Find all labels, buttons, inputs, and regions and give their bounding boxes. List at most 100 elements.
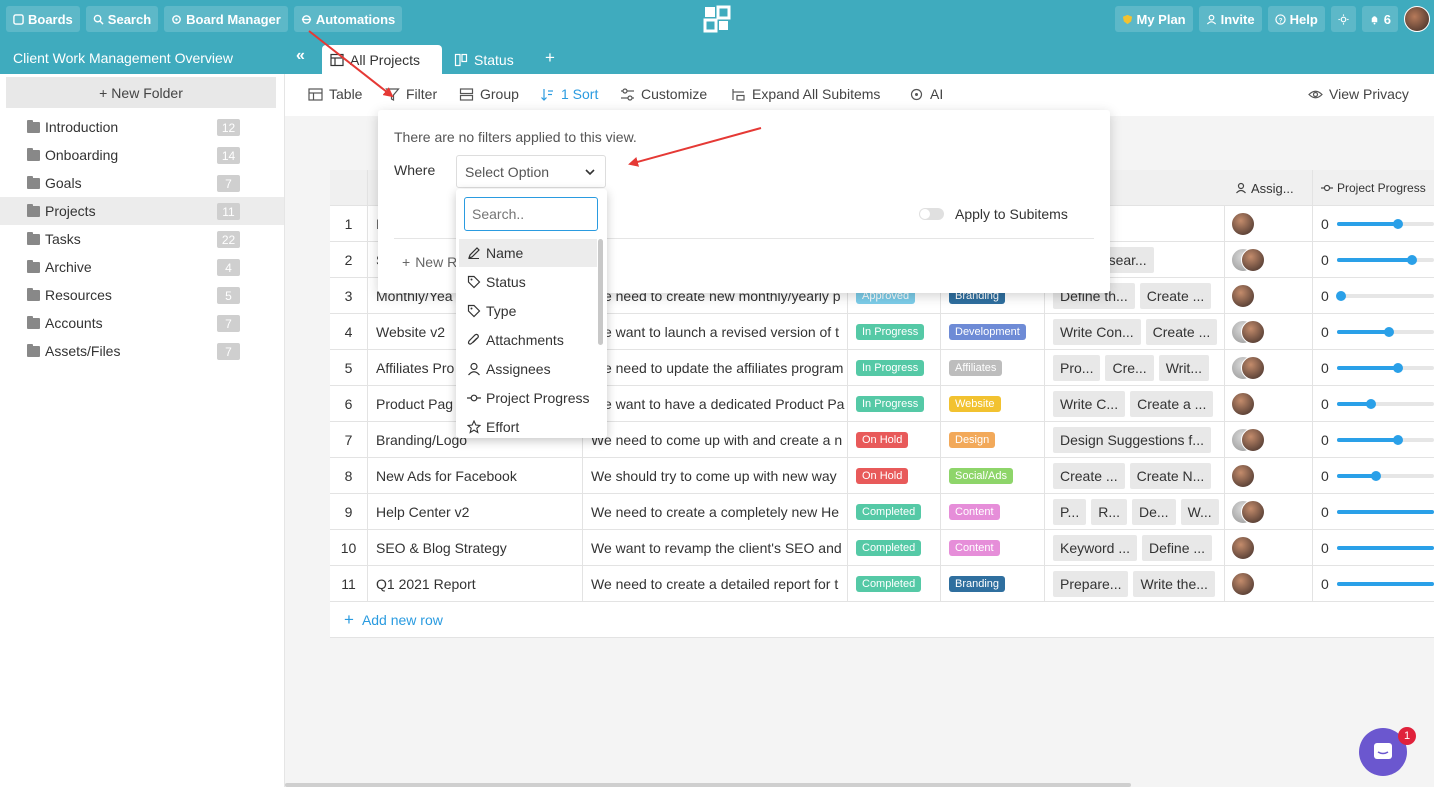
subitem-chip[interactable]: Write Con... [1053,319,1141,345]
progress-cell[interactable]: 0 [1313,278,1434,314]
invite-button[interactable]: Invite [1198,6,1262,32]
table-row[interactable]: 10 SEO & Blog Strategy We want to revamp t… [330,530,1434,566]
header-project-progress[interactable]: Project Progress [1313,170,1434,206]
field-option-attachments[interactable]: Attachments [459,326,597,354]
status-cell[interactable]: Completed [848,530,941,566]
progress-handle[interactable] [1384,327,1395,337]
search-button[interactable]: Search [85,6,159,32]
subitems-cell[interactable]: Design Suggestions f... [1045,422,1225,458]
assignees-cell[interactable] [1225,242,1313,278]
progress-bar[interactable] [1335,291,1434,301]
assignees-cell[interactable] [1225,458,1313,494]
subitem-chip[interactable]: Write the... [1133,571,1215,597]
notifications-button[interactable]: 6 [1361,6,1398,32]
field-option-name[interactable]: Name [459,239,597,267]
subitem-chip[interactable]: Writ... [1158,355,1209,381]
progress-handle[interactable] [1406,255,1417,265]
type-cell[interactable]: Affiliates [941,350,1045,386]
subitem-chip[interactable]: Create N... [1129,463,1212,489]
tab-status[interactable]: Status [446,45,522,74]
subitems-cell[interactable]: Prepare... Write the... [1045,566,1225,602]
subitem-chip[interactable]: Prepare... [1053,571,1129,597]
progress-handle[interactable] [1393,435,1404,445]
horizontal-scrollbar[interactable] [285,783,1131,787]
progress-cell[interactable]: 0 [1313,458,1434,494]
dropdown-scrollbar[interactable] [598,239,603,345]
table-row[interactable]: 9 Help Center v2 We need to create a compl… [330,494,1434,530]
status-cell[interactable]: On Hold [848,422,941,458]
progress-cell[interactable]: 0 [1313,206,1434,242]
progress-bar[interactable] [1336,327,1434,337]
subitem-chip[interactable]: Pro... [1053,355,1101,381]
progress-bar[interactable] [1336,582,1434,586]
subitem-chip[interactable]: P... [1053,499,1087,525]
collapse-sidebar-icon[interactable]: « [296,47,305,65]
subitems-cell[interactable]: P... R... De... W... [1045,494,1225,530]
status-cell[interactable]: In Progress [848,350,941,386]
type-cell[interactable]: Branding [941,566,1045,602]
subitems-cell[interactable]: Keyword ... Define ... [1045,530,1225,566]
progress-cell[interactable]: 0 [1313,350,1434,386]
subitem-chip[interactable]: Write C... [1053,391,1126,417]
subitems-cell[interactable]: Write C... Create a ... [1045,386,1225,422]
assignees-cell[interactable] [1225,530,1313,566]
table-row[interactable]: 11 Q1 2021 Report We need to create a deta… [330,566,1434,602]
subitem-chip[interactable]: Create ... [1053,463,1125,489]
automations-button[interactable]: Automations [293,6,403,32]
assignees-cell[interactable] [1225,206,1313,242]
progress-cell[interactable]: 0 [1313,494,1434,530]
ai-button[interactable]: AI [909,86,943,102]
group-button[interactable]: Group [459,86,519,102]
tab-all-projects[interactable]: All Projects [322,45,442,74]
field-option-assignees[interactable]: Assignees [459,355,597,383]
progress-cell[interactable]: 0 [1313,314,1434,350]
assignees-cell[interactable] [1225,494,1313,530]
app-logo[interactable] [703,5,731,33]
project-name-cell[interactable]: Help Center v2 [368,494,583,530]
subitem-chip[interactable]: Design Suggestions f... [1053,427,1211,453]
status-cell[interactable]: Completed [848,494,941,530]
type-cell[interactable]: Content [941,494,1045,530]
subitem-chip[interactable]: Create ... [1145,319,1218,345]
view-privacy-button[interactable]: View Privacy [1308,86,1409,102]
apply-subitems-toggle[interactable] [919,208,944,220]
status-cell[interactable]: In Progress [848,386,941,422]
subitem-chip[interactable]: De... [1131,499,1176,525]
progress-bar[interactable] [1336,510,1434,514]
status-cell[interactable]: Completed [848,566,941,602]
type-cell[interactable]: Development [941,314,1045,350]
subitem-chip[interactable]: W... [1180,499,1219,525]
progress-handle[interactable] [1370,471,1381,481]
project-name-cell[interactable]: Q1 2021 Report [368,566,583,602]
assignees-cell[interactable] [1225,278,1313,314]
progress-cell[interactable]: 0 [1313,422,1434,458]
progress-bar[interactable] [1336,255,1434,265]
description-cell[interactable]: We need to create a completely new He [583,494,848,530]
add-tab-button[interactable]: + [545,48,555,68]
progress-bar[interactable] [1336,546,1434,550]
field-select[interactable]: Select Option [456,155,606,188]
table-view-button[interactable]: Table [308,86,362,102]
sort-button[interactable]: 1 Sort [540,86,598,102]
assignees-cell[interactable] [1225,422,1313,458]
sidebar-folder-resources[interactable]: Resources 5 [0,281,284,309]
description-cell[interactable]: We want to launch a revised version of t [583,314,848,350]
sidebar-folder-archive[interactable]: Archive 4 [0,253,284,281]
progress-handle[interactable] [1335,291,1346,301]
description-cell[interactable]: We need to create a detailed report for … [583,566,848,602]
type-cell[interactable]: Content [941,530,1045,566]
progress-cell[interactable]: 0 [1313,566,1434,602]
add-row-button[interactable]: + Add new row [330,602,1434,638]
assignees-cell[interactable] [1225,386,1313,422]
subitem-chip[interactable]: Create ... [1139,283,1212,309]
table-row[interactable]: 8 New Ads for Facebook We should try to co… [330,458,1434,494]
sidebar-folder-onboarding[interactable]: Onboarding 14 [0,141,284,169]
subitems-cell[interactable]: Pro... Cre... Writ... [1045,350,1225,386]
subitem-chip[interactable]: Define ... [1142,535,1213,561]
type-cell[interactable]: Design [941,422,1045,458]
my-plan-button[interactable]: My Plan [1114,6,1193,32]
sidebar-folder-assets-files[interactable]: Assets/Files 7 [0,337,284,365]
assignees-cell[interactable] [1225,314,1313,350]
progress-handle[interactable] [1365,399,1376,409]
subitem-chip[interactable]: Keyword ... [1053,535,1138,561]
